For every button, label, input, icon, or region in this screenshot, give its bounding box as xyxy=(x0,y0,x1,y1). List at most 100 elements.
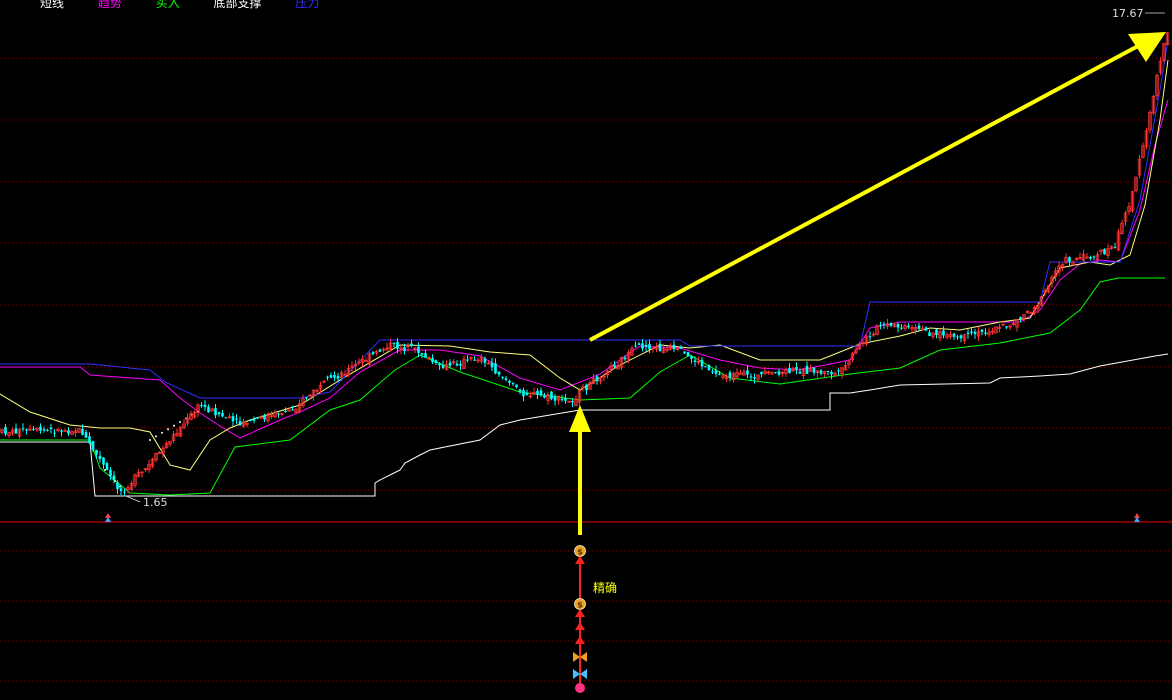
candle-body xyxy=(644,345,648,347)
candle-body xyxy=(819,370,823,374)
candle-body xyxy=(564,398,567,401)
candle-body xyxy=(973,331,977,335)
candle-body xyxy=(683,351,686,354)
candle-body xyxy=(928,332,931,337)
candle-body xyxy=(966,332,970,334)
candle-body xyxy=(305,397,308,399)
candle-body xyxy=(553,396,557,401)
candle-body xyxy=(634,345,637,347)
candle-body xyxy=(571,401,574,403)
candle-body xyxy=(91,441,95,450)
candle-body xyxy=(277,413,280,415)
candle-body xyxy=(497,371,501,375)
candle-body xyxy=(448,362,452,366)
candle-body xyxy=(942,330,945,336)
butterfly-icon xyxy=(580,652,587,662)
candle-body xyxy=(109,469,112,476)
candle-body xyxy=(679,346,683,349)
candle-body xyxy=(459,363,462,366)
candle-body xyxy=(410,343,413,347)
candle-body xyxy=(231,416,235,422)
candle-body xyxy=(431,358,434,363)
candle-body xyxy=(760,371,763,375)
candle-body xyxy=(336,376,340,379)
high-price-label: 17.67 xyxy=(1112,7,1144,20)
candle-body xyxy=(483,358,487,363)
candle-body xyxy=(329,375,333,378)
candle-body xyxy=(81,428,84,435)
buy-arrow-head xyxy=(569,405,591,432)
candle-body xyxy=(1089,257,1092,259)
pink-flower-icon xyxy=(575,683,585,693)
candle-body xyxy=(21,428,25,430)
candle-body xyxy=(371,352,375,355)
candle-body xyxy=(707,364,711,371)
candle-body xyxy=(970,331,973,333)
red-up-arrow-icon xyxy=(575,622,585,630)
money-bag-glyph: $ xyxy=(577,548,583,557)
candle-body xyxy=(249,419,252,421)
candle-body xyxy=(207,406,210,413)
candle-body xyxy=(774,372,777,374)
candle-body xyxy=(217,412,221,415)
candle-body xyxy=(252,419,256,421)
candle-body xyxy=(119,488,123,492)
candle-body xyxy=(539,390,543,396)
low-price-pointer xyxy=(125,495,141,503)
candle-body xyxy=(550,391,553,400)
candle-body xyxy=(84,432,88,438)
candle-body xyxy=(515,384,518,388)
candle-body xyxy=(441,364,445,368)
candle-body xyxy=(235,418,238,420)
candle-body xyxy=(672,344,676,350)
candle-body xyxy=(798,371,802,374)
red-up-arrow-icon xyxy=(575,609,585,617)
candle-body xyxy=(714,370,718,374)
candle-body xyxy=(221,413,224,417)
short-line xyxy=(0,59,1169,471)
candle-body xyxy=(95,449,98,455)
candle-body xyxy=(1005,326,1008,328)
candle-body xyxy=(494,363,497,374)
candle-body xyxy=(1001,323,1005,326)
candle-body xyxy=(746,370,749,375)
annotation-text: 精确 xyxy=(593,581,617,595)
candle-body xyxy=(39,426,42,431)
candle-body xyxy=(788,367,791,373)
candle-body xyxy=(466,359,469,361)
dot-marker xyxy=(173,424,175,427)
candle-body xyxy=(830,371,833,375)
candle-body xyxy=(924,327,928,331)
candle-body xyxy=(455,363,459,366)
candle-body xyxy=(203,404,207,408)
candle-body xyxy=(60,430,63,432)
candle-body xyxy=(1019,317,1022,320)
legend-buy: 买入 xyxy=(155,0,180,10)
candle-body xyxy=(256,417,259,419)
candle-body xyxy=(333,374,336,378)
candle-body xyxy=(956,336,959,338)
legend-pressure: 压力 xyxy=(295,0,320,10)
candle-body xyxy=(102,457,105,465)
candle-body xyxy=(53,432,56,434)
candle-body xyxy=(1103,249,1106,255)
candle-body xyxy=(1068,257,1071,263)
candle-body xyxy=(123,491,126,493)
candle-body xyxy=(98,455,102,460)
dot-marker xyxy=(167,428,169,431)
candle-body xyxy=(536,390,539,395)
candle-body xyxy=(49,427,53,430)
candle-body xyxy=(403,347,406,352)
candle-body xyxy=(889,323,893,326)
red-up-arrow-icon xyxy=(575,556,585,564)
candle-body xyxy=(105,463,109,471)
candle-body xyxy=(396,341,399,349)
candle-body xyxy=(613,364,616,368)
candle-body xyxy=(718,373,721,375)
butterfly-icon xyxy=(580,669,587,679)
candle-body xyxy=(900,327,903,329)
candle-body xyxy=(595,376,599,382)
candle-body xyxy=(32,428,35,430)
candle-body xyxy=(812,367,816,373)
candle-body xyxy=(879,324,882,326)
